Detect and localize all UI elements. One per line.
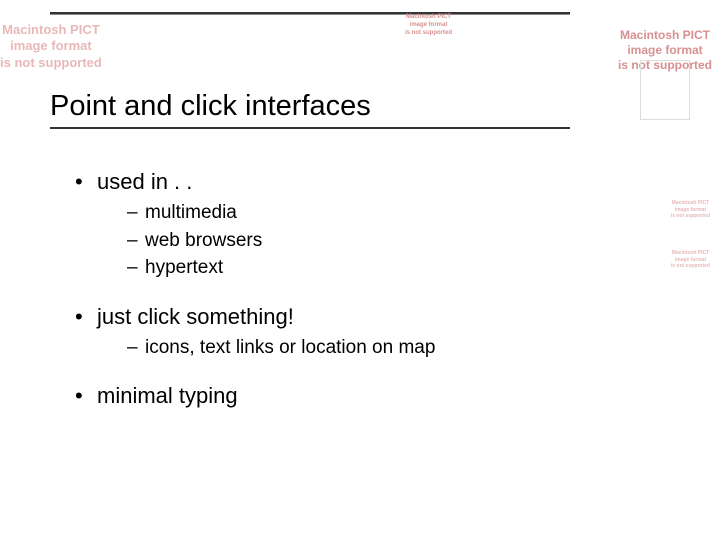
pict-error-line: Macintosh PICT <box>0 22 102 38</box>
pict-error-top-center: Macintosh PICT image format is not suppo… <box>405 14 452 37</box>
slide-content: Point and click interfaces used in . . m… <box>50 90 600 417</box>
pict-error-right-1: Macintosh PICT image format is not suppo… <box>671 200 710 220</box>
top-divider-2 <box>50 14 570 15</box>
bullet-text: used in . . <box>97 169 192 194</box>
pict-error-right-2: Macintosh PICT image format is not suppo… <box>671 250 710 270</box>
bullet-item: minimal typing <box>75 383 600 409</box>
sub-list: multimedia web browsers hypertext <box>97 199 600 282</box>
pict-error-line: Macintosh PICT <box>405 14 452 22</box>
pict-error-line: image format <box>618 43 712 58</box>
pict-error-line: is not supported <box>0 55 102 71</box>
pict-error-line: image format <box>405 22 452 30</box>
sub-list: icons, text links or location on map <box>97 334 600 362</box>
pict-error-line: Macintosh PICT <box>671 250 710 257</box>
pict-error-line: is not supported <box>405 30 452 38</box>
placeholder-box <box>640 60 690 120</box>
bullet-item: used in . . multimedia web browsers hype… <box>75 169 600 282</box>
pict-error-line: Macintosh PICT <box>671 200 710 207</box>
bullet-text: just click something! <box>97 304 294 329</box>
sub-item: hypertext <box>127 254 600 282</box>
pict-error-top-left: Macintosh PICT image format is not suppo… <box>0 22 102 71</box>
slide-title: Point and click interfaces <box>50 90 600 123</box>
pict-error-line: is not supported <box>671 263 710 270</box>
bullet-text: minimal typing <box>97 383 238 408</box>
pict-error-line: Macintosh PICT <box>618 28 712 43</box>
pict-error-line: image format <box>0 38 102 54</box>
bullet-item: just click something! icons, text links … <box>75 304 600 362</box>
pict-error-line: is not supported <box>671 213 710 220</box>
title-underline <box>50 127 570 129</box>
sub-item: multimedia <box>127 199 600 227</box>
sub-item: web browsers <box>127 227 600 255</box>
bullet-list: used in . . multimedia web browsers hype… <box>50 169 600 409</box>
sub-item: icons, text links or location on map <box>127 334 600 362</box>
